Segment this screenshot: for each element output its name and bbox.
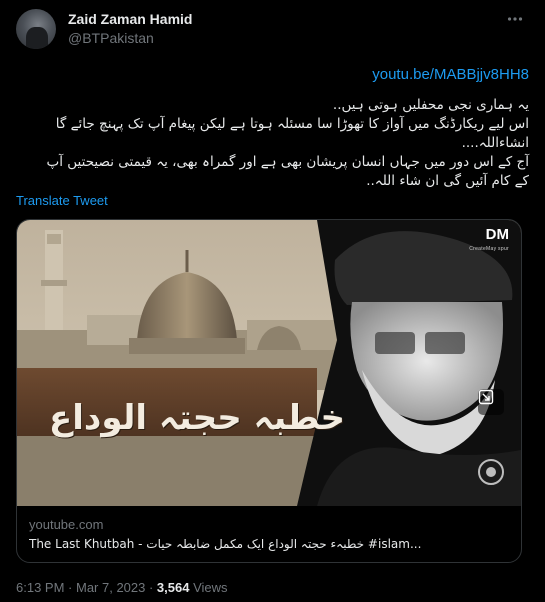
tweet-line: یہ ہماری نجی محفلیں ہوتی ہیں..	[332, 97, 529, 113]
tweet-date[interactable]: Mar 7, 2023	[76, 580, 145, 595]
channel-logo-subtext: CreateMay spur	[469, 246, 509, 252]
card-domain: youtube.com	[29, 517, 104, 532]
tweet-text: یہ ہماری نجی محفلیں ہوتی ہیں.. اس لیے ری…	[16, 96, 529, 191]
tweet-line: انشاءاللہ....	[461, 135, 529, 151]
card-title: The Last Khutbah - خطبہء حجتہ الوداع ایک…	[29, 537, 422, 551]
author-handle[interactable]: @BTPakistan	[68, 30, 154, 46]
translate-tweet-link[interactable]: Translate Tweet	[16, 193, 108, 208]
meta-separator: ·	[64, 580, 76, 595]
tweet-line: آج کے اس دور میں جہاں انسان پریشان بھی ہ…	[46, 154, 529, 170]
link-preview-card[interactable]: خطبہ حجتہ الوداع DM CreateMay spur youtu…	[16, 219, 522, 563]
tweet-line: کے کام آئیں گی ان شاء اللہ..	[366, 173, 529, 189]
author-name[interactable]: Zaid Zaman Hamid	[68, 11, 192, 27]
views-count: 3,564	[156, 580, 190, 595]
thumbnail-title: خطبہ حجتہ الوداع	[49, 398, 346, 438]
video-thumbnail[interactable]: خطبہ حجتہ الوداع DM CreateMay spur	[17, 220, 521, 506]
tweet-line: اس لیے ریکارڈنگ میں آواز کا تھوڑا سا مسئ…	[55, 116, 529, 132]
channel-logo-text: DM	[485, 226, 509, 243]
channel-logo: DM CreateMay spur	[469, 226, 509, 256]
expand-media-button[interactable]	[478, 389, 504, 415]
tweet-meta: 6:13 PM · Mar 7, 2023 · 3,564 Views	[16, 580, 228, 595]
more-options-button[interactable]	[503, 9, 527, 33]
views-label: Views	[189, 580, 228, 595]
tweet-link[interactable]: youtu.be/MABBjjv8HH8	[372, 66, 529, 83]
thumbnail-image	[17, 220, 521, 506]
meta-separator: ·	[145, 580, 157, 595]
tweet-time[interactable]: 6:13 PM	[16, 580, 64, 595]
more-horizontal-icon	[506, 10, 524, 32]
tweet: Zaid Zaman Hamid @BTPakistan youtu.be/MA…	[0, 0, 545, 602]
avatar[interactable]	[16, 9, 56, 49]
